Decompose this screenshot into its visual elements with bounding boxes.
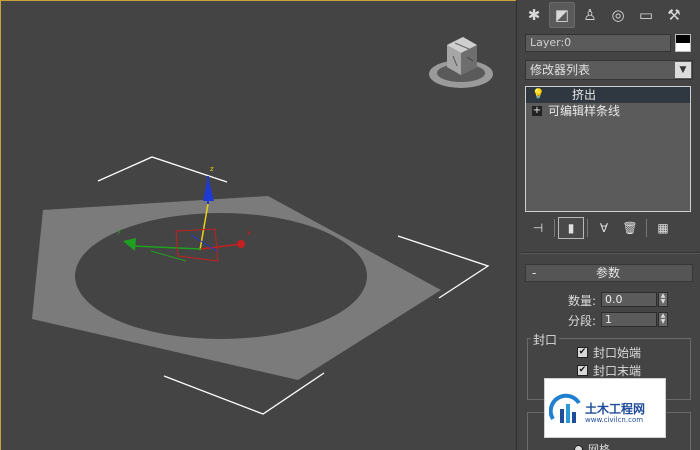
toolbar-divider bbox=[587, 219, 588, 237]
motion-icon[interactable]: ◎ bbox=[605, 2, 631, 28]
command-panel-tabs: ✱ ◩ ♙ ◎ ▭ ⚒ bbox=[517, 0, 700, 30]
rollout-title: 参数 bbox=[596, 266, 621, 280]
civilcn-logo-icon bbox=[549, 393, 581, 423]
configure-modifier-sets-icon[interactable]: ▦ bbox=[650, 217, 676, 239]
collapse-minus-icon[interactable]: - bbox=[532, 265, 536, 281]
amount-spinner-arrows[interactable]: ▲ ▼ bbox=[658, 292, 668, 307]
chevron-down-icon[interactable]: ▼ bbox=[675, 62, 691, 78]
view-cube[interactable] bbox=[425, 31, 497, 95]
pin-stack-icon[interactable]: ⊣ bbox=[525, 217, 551, 239]
object-name-field[interactable]: Layer:0 bbox=[525, 34, 671, 52]
grid-label: 网格 bbox=[588, 443, 610, 450]
utilities-icon[interactable]: ⚒ bbox=[661, 2, 687, 28]
svg-text:x: x bbox=[247, 229, 251, 237]
stack-item-label: 可编辑样条线 bbox=[548, 104, 621, 118]
cap-end-checkbox[interactable]: ✔ bbox=[577, 365, 588, 376]
toolbar-divider bbox=[646, 219, 647, 237]
modify-icon[interactable]: ◩ bbox=[549, 2, 575, 28]
watermark-logo: 土木工程网 www.civilcn.com bbox=[544, 378, 666, 438]
cap-start-checkbox[interactable]: ✔ bbox=[577, 347, 588, 358]
create-icon[interactable]: ✱ bbox=[521, 2, 547, 28]
amount-label: 数量: bbox=[568, 294, 597, 308]
watermark-text: 土木工程网 bbox=[585, 402, 646, 416]
segments-label: 分段: bbox=[568, 314, 597, 328]
svg-text:z: z bbox=[210, 165, 214, 173]
segments-spinner-arrows[interactable]: ▲ ▼ bbox=[658, 312, 668, 327]
panel-divider bbox=[521, 252, 699, 254]
stack-item-extrude[interactable]: 💡 挤出 bbox=[526, 87, 690, 103]
svg-text:y: y bbox=[117, 227, 121, 235]
stack-item-editable-spline[interactable]: + 可编辑样条线 bbox=[526, 103, 690, 119]
capping-group-title: 封口 bbox=[531, 331, 560, 348]
lightbulb-icon[interactable]: 💡 bbox=[532, 87, 544, 103]
modifier-list-dropdown[interactable]: 修改器列表 ▼ bbox=[525, 60, 693, 80]
toolbar-divider bbox=[554, 219, 555, 237]
extruded-shape bbox=[32, 196, 441, 380]
perspective-viewport[interactable]: z y x bbox=[0, 0, 516, 450]
remove-modifier-icon[interactable]: 🗑 bbox=[617, 217, 643, 239]
grid-radio[interactable] bbox=[574, 445, 583, 450]
make-unique-icon[interactable]: ∀ bbox=[591, 217, 617, 239]
cap-start-checkbox-row[interactable]: ✔ 封口始端 bbox=[577, 346, 641, 360]
cap-end-checkbox-row[interactable]: ✔ 封口末端 bbox=[577, 364, 641, 378]
selection-bracket-bottom bbox=[163, 372, 325, 415]
modifier-list-label: 修改器列表 bbox=[530, 63, 591, 77]
hierarchy-icon[interactable]: ♙ bbox=[577, 2, 603, 28]
amount-input[interactable]: 0.0 bbox=[601, 292, 657, 307]
display-icon[interactable]: ▭ bbox=[633, 2, 659, 28]
segments-input[interactable]: 1 bbox=[601, 312, 657, 327]
watermark-url: www.civilcn.com bbox=[585, 416, 644, 424]
show-end-result-icon[interactable]: ▮ bbox=[558, 217, 584, 239]
app-root: z y x ✱ ◩ ♙ ◎ ▭ ⚒ Layer:0 修改器列表 ▼ 💡 挤出 +… bbox=[0, 0, 700, 450]
grid-radio-row[interactable]: 网格 bbox=[574, 441, 610, 450]
stack-toolbar: ⊣ ▮ ∀ 🗑 ▦ bbox=[525, 216, 693, 240]
parameters-rollout-header[interactable]: - 参数 bbox=[525, 264, 693, 282]
stack-item-label: 挤出 bbox=[572, 88, 597, 102]
expand-plus-icon[interactable]: + bbox=[532, 106, 542, 116]
object-color-swatch[interactable] bbox=[675, 34, 691, 52]
modifier-stack: 💡 挤出 + 可编辑样条线 bbox=[525, 86, 691, 212]
